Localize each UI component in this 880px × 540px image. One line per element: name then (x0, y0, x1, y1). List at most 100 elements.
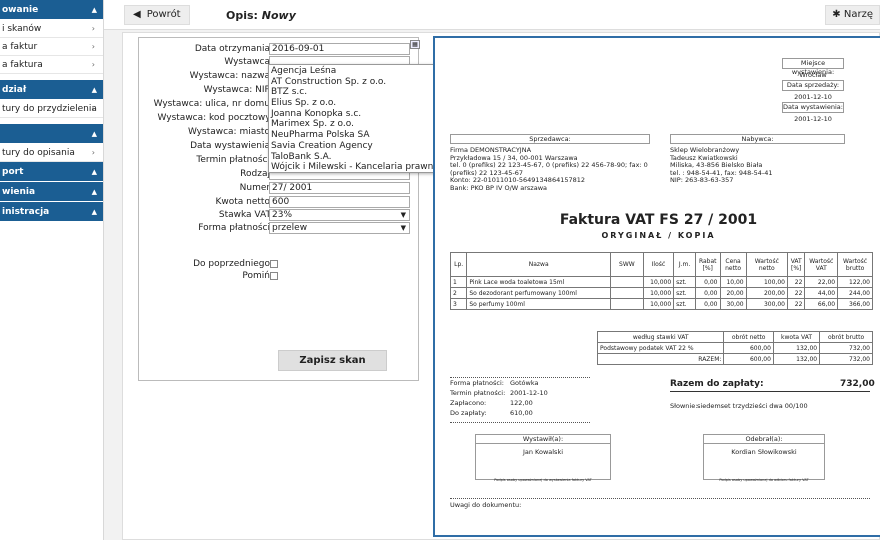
table-cell: Pink Lace woda toaletowa 15ml (466, 276, 612, 288)
signature-note: Podpis osoby upoważnionej do odbioru fak… (719, 478, 809, 482)
checkbox-row: Pomiń: (139, 270, 419, 283)
sidebar-section-header[interactable]: owanie ▲ (0, 0, 103, 20)
field-input[interactable]: 600 (269, 196, 410, 208)
field-label: Termin płatności: (196, 155, 273, 165)
field-label: Wystawca: miasto: (187, 127, 273, 137)
table-row: 3 So perfumy 100ml 10,000 szt. 0,00 30,00 300,… (449, 298, 873, 310)
sidebar-item[interactable]: a faktura › (0, 56, 103, 74)
table-cell: 22 (786, 287, 806, 299)
back-button[interactable]: ◀ Powrót (124, 5, 190, 25)
sidebar-item-label: a faktura (2, 60, 43, 70)
chevron-right-icon: › (91, 42, 95, 51)
caret-down-icon: ▼ (400, 224, 406, 232)
sidebar-section-header[interactable]: inistracja ▲ (0, 202, 103, 222)
table-cell: 0,00 (694, 276, 721, 288)
payment-value: 610,00 (510, 409, 533, 417)
tools-button[interactable]: ✱ Narzę (825, 5, 880, 25)
table-cell: 1 (449, 276, 468, 288)
payment-value: Gotówka (510, 379, 539, 387)
table-cell: 22 (786, 276, 806, 288)
sidebar-item[interactable]: tury do opisania › (0, 144, 103, 162)
sidebar-section-title: wienia (2, 187, 36, 197)
dropdown-option[interactable]: Savia Creation Agency (269, 141, 442, 152)
sidebar-item-label: i skanów (2, 24, 42, 34)
form-row: Data otrzymania: 2016-09-01 (139, 43, 419, 56)
invoice-subtitle: ORYGINAŁ / KOPIA (601, 231, 716, 240)
payment-line (450, 377, 590, 378)
field-label: Data wystawienia: (190, 141, 273, 151)
vat-row: Podstawowy podatek VAT 22 % 600,00 132,00 7… (596, 342, 873, 354)
buyer-label: Nabywca: (670, 134, 845, 144)
dropdown-option[interactable]: Wójcik i Milewski - Kancelaria prawnicza (269, 162, 451, 173)
triangle-up-icon: ▲ (91, 130, 97, 138)
sidebar-section-title: owanie (2, 5, 39, 15)
field-select[interactable]: 23% ▼ (269, 209, 410, 221)
sidebar-section-header[interactable]: port ▲ (0, 162, 103, 182)
payment-label: Zapłacono: (450, 399, 487, 407)
column-header: Wartość netto (745, 252, 788, 277)
table-row: 2 So dezodorant perfumowany 100ml 10,000 sz… (449, 287, 873, 299)
dropdown-option[interactable]: Elius Sp. z o.o. (269, 98, 442, 109)
dropdown-option[interactable]: NeuPharma Polska SA (269, 130, 442, 141)
payment-label: Termin płatności: (450, 389, 506, 397)
table-cell: 244,00 (837, 287, 873, 299)
table-cell: szt. (673, 287, 696, 299)
chevron-right-icon: › (91, 24, 95, 33)
table-cell: 10,000 (642, 287, 675, 299)
issuer-dropdown-list[interactable]: Agencja Leśna AT Construction Sp. z o.o. B… (268, 64, 451, 173)
field-value: 23% (272, 210, 293, 220)
back-label: Powrót (146, 9, 181, 20)
payment-value: 2001-12-10 (510, 389, 548, 397)
top-bar: ◀ Powrót Opis: Nowy ✱ Narzę (104, 0, 880, 30)
dropdown-option[interactable]: Marimex Sp. z o.o. (269, 119, 442, 130)
save-scan-button[interactable]: Zapisz skan (278, 350, 387, 371)
checkbox[interactable] (270, 272, 278, 280)
sidebar-section-header[interactable]: dział ▲ (0, 80, 103, 100)
tools-label: Narzę (843, 9, 873, 20)
dropdown-option[interactable]: Joanna Konopka s.c. (269, 109, 442, 120)
sidebar-section-title: port (2, 167, 24, 177)
calendar-icon[interactable]: ▦ (410, 40, 420, 49)
seller-label: Sprzedawca: (450, 134, 650, 144)
sidebar-section-header[interactable]: ▲ (0, 124, 103, 144)
checkbox[interactable] (270, 260, 278, 268)
field-input[interactable]: 27/ 2001 (269, 182, 410, 194)
field-label: Numer: (239, 183, 273, 193)
field-label: Wystawca: ulica, nr domu: (153, 99, 273, 109)
table-cell (610, 287, 644, 299)
triangle-up-icon: ▲ (91, 208, 97, 216)
vat-row: RAZEM: 600,00 132,00 732,00 (596, 353, 873, 365)
column-header: Rabat [%] (694, 252, 721, 277)
table-cell: 22 (786, 298, 806, 310)
table-cell: 66,00 (804, 298, 839, 310)
payment-line (450, 422, 590, 423)
field-value: przelew (272, 223, 308, 233)
sidebar-item-label: a faktur (2, 42, 38, 52)
payment-label: Forma płatności: (450, 379, 504, 387)
sidebar-section-header[interactable]: wienia ▲ (0, 182, 103, 202)
sidebar-item-label: tury do opisania (2, 148, 75, 158)
field-select[interactable]: przelew ▼ (269, 222, 410, 234)
table-cell: 22,00 (804, 276, 839, 288)
field-label: Stawka VAT: (218, 210, 273, 220)
field-input[interactable]: 2016-09-01 (269, 43, 410, 55)
dropdown-option[interactable]: Agencja Leśna (269, 66, 442, 77)
chevron-right-icon: › (91, 60, 95, 69)
sidebar-item[interactable]: i skanów › (0, 20, 103, 38)
total-label: Razem do zapłaty: (670, 379, 764, 389)
buyer-line: NIP: 263-83-63-357 (670, 176, 734, 184)
field-label: Wystawca: NIP: (203, 85, 273, 95)
dropdown-option[interactable]: TaloBank S.A. (269, 152, 442, 163)
sidebar-item[interactable]: a faktur › (0, 38, 103, 56)
form-row: Forma płatności: przelew ▼ (139, 222, 419, 235)
sidebar-item[interactable]: tury do przydzielenia › (0, 100, 103, 118)
field-label: Forma płatności: (198, 223, 273, 233)
received-by-name: Kordian Słowikowski (731, 448, 797, 456)
table-header-row: Lp. Nazwa SWW Ilość J.m. Rabat [%] Cena netto W… (449, 252, 873, 277)
dropdown-option[interactable]: AT Construction Sp. z o.o. (269, 77, 442, 88)
table-cell: 200,00 (745, 287, 788, 299)
words-value: siedemset trzydzieści dwa 00/100 (697, 402, 808, 410)
invoice-title: Faktura VAT FS 27 / 2001 (559, 212, 758, 228)
column-header: J.m. (673, 252, 696, 277)
dropdown-option[interactable]: BTZ s.c. (269, 87, 442, 98)
